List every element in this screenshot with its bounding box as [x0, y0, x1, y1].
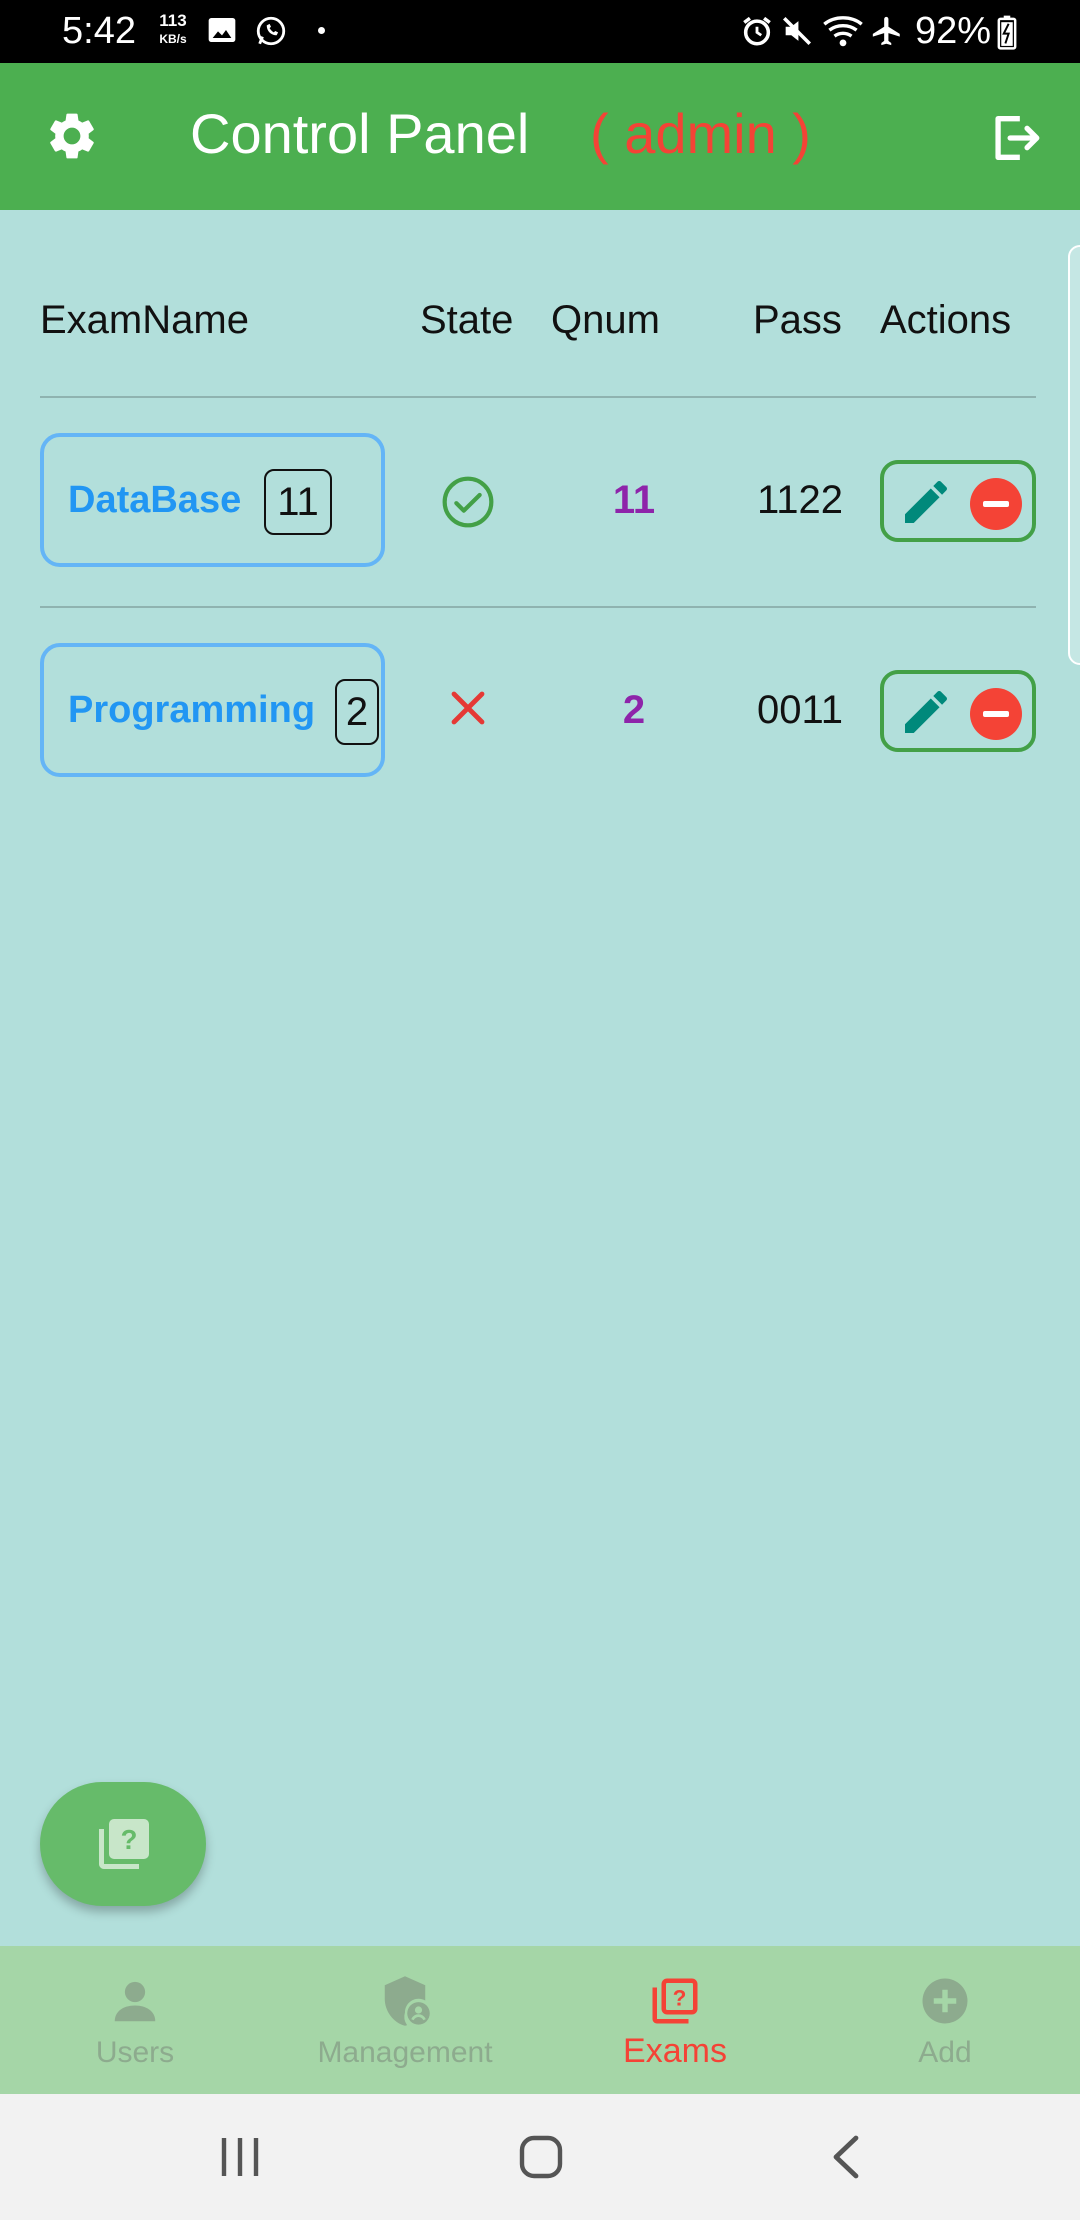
row-divider: [40, 606, 1036, 608]
gear-icon[interactable]: [44, 108, 100, 164]
quiz-icon: ?: [652, 1978, 698, 2024]
nav-label-users: Users: [95, 2036, 175, 2069]
bottom-navigation: Users Management ? Exams Add: [0, 1946, 1080, 2094]
alarm-icon: [743, 16, 771, 46]
pass-value: 0011: [756, 688, 843, 732]
person-icon: [114, 1981, 156, 2022]
app-bar: Control Panel ( admin ): [0, 63, 1080, 210]
back-icon[interactable]: [826, 2132, 866, 2182]
nav-item-exams[interactable]: ? Exams: [540, 1946, 810, 2094]
system-navigation-bar: [0, 2094, 1080, 2220]
admin-shield-icon: [384, 1976, 430, 2026]
qnum-value: 11: [612, 478, 656, 522]
close-icon: [451, 691, 485, 725]
network-speed-value: 113: [159, 11, 187, 30]
row-actions: [880, 670, 1036, 752]
network-speed-unit: KB/s: [159, 32, 187, 46]
column-header-state: State: [420, 298, 514, 342]
quiz-icon: ?: [99, 1819, 149, 1869]
column-header-qnum: Qnum: [551, 298, 660, 342]
question-count-badge: 11: [264, 469, 332, 535]
user-role-label: ( admin ): [590, 102, 811, 165]
battery-icon: [997, 15, 1017, 50]
nav-item-users[interactable]: Users: [0, 1946, 270, 2094]
home-icon[interactable]: [518, 2132, 564, 2182]
recent-apps-icon[interactable]: [218, 2132, 262, 2182]
svg-text:?: ?: [673, 1986, 687, 2011]
header-divider: [40, 396, 1036, 398]
notification-dot: [318, 27, 325, 34]
delete-icon[interactable]: [970, 478, 1022, 530]
wifi-icon: [823, 16, 863, 47]
edit-icon[interactable]: [898, 474, 954, 530]
column-header-actions: Actions: [880, 298, 1012, 342]
nav-label-management: Management: [317, 2036, 493, 2069]
airplane-icon: [872, 16, 900, 46]
check-circle-icon: [442, 476, 494, 528]
exam-name-chip[interactable]: DataBase 11: [40, 433, 385, 567]
column-header-pass: Pass: [753, 298, 842, 342]
add-circle-icon: [922, 1978, 968, 2024]
status-bar: 5:42 113 KB/s 92%: [0, 0, 1080, 63]
pass-value: 1122: [756, 478, 843, 522]
page-title: Control Panel: [190, 102, 530, 165]
network-speed: 113 KB/s: [152, 12, 194, 48]
scrollbar[interactable]: [1068, 245, 1080, 665]
column-header-examname: ExamName: [40, 298, 249, 342]
battery-level: 92%: [915, 10, 992, 52]
nav-label-add: Add: [918, 2036, 972, 2069]
add-exam-fab[interactable]: ?: [40, 1782, 206, 1906]
qnum-value: 2: [622, 688, 646, 732]
exam-name: Programming: [68, 689, 316, 731]
exam-name-chip[interactable]: Programming 2: [40, 643, 385, 777]
nav-label-exams: Exams: [623, 2032, 727, 2070]
question-count-badge: 2: [335, 679, 379, 745]
logout-icon[interactable]: [986, 109, 1044, 167]
delete-icon[interactable]: [970, 688, 1022, 740]
row-actions: [880, 460, 1036, 542]
mute-icon: [782, 16, 812, 46]
svg-text:?: ?: [121, 1824, 138, 1855]
exam-name: DataBase: [68, 479, 242, 521]
nav-item-management[interactable]: Management: [270, 1946, 540, 2094]
status-time: 5:42: [62, 10, 136, 52]
edit-icon[interactable]: [898, 684, 954, 740]
gallery-icon: [208, 18, 236, 42]
whatsapp-icon: [256, 16, 286, 46]
nav-item-add[interactable]: Add: [810, 1946, 1080, 2094]
